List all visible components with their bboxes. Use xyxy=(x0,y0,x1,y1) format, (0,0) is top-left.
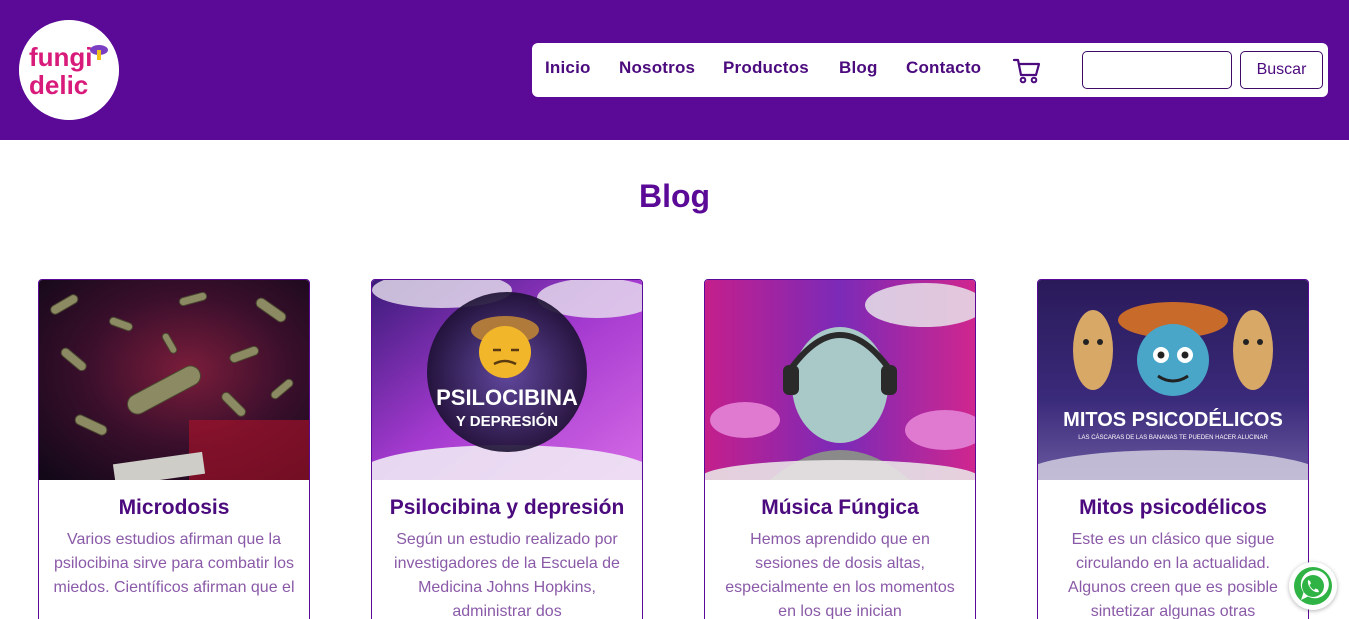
blog-card-microdosis[interactable]: Microdosis Varios estudios afirman que l… xyxy=(38,279,310,619)
whatsapp-icon xyxy=(1294,567,1332,605)
blog-card-image xyxy=(705,280,975,480)
svg-text:delic: delic xyxy=(29,70,88,100)
blog-card-title: Microdosis xyxy=(118,496,230,519)
blog-card-title: Psilocibina y depresión xyxy=(389,496,625,519)
blog-card-image: MITOS PSICODÉLICOS LAS CÁSCARAS DE LAS B… xyxy=(1038,280,1308,480)
blog-card-excerpt: Según un estudio realizado por investiga… xyxy=(394,531,620,619)
search-input[interactable] xyxy=(1082,51,1232,89)
svg-text:MITOS PSICODÉLICOS: MITOS PSICODÉLICOS xyxy=(1063,408,1283,431)
shopping-cart-icon[interactable] xyxy=(1012,57,1042,85)
whatsapp-button[interactable] xyxy=(1289,562,1337,610)
blog-card-image xyxy=(39,280,309,480)
blog-card-musica-fungica[interactable]: Música Fúngica Hemos aprendido que en se… xyxy=(704,279,976,619)
blog-card-excerpt: Este es un clásico que sigue circulando … xyxy=(1068,531,1278,619)
svg-text:Y DEPRESIÓN: Y DEPRESIÓN xyxy=(456,412,558,430)
blog-card-title: Música Fúngica xyxy=(761,496,919,519)
blog-card-psilocibina-depresion[interactable]: PSILOCIBINA Y DEPRESIÓN Psilocibina y de… xyxy=(371,279,643,619)
blog-card-excerpt: Hemos aprendido que en sesiones de dosis… xyxy=(725,531,955,619)
main-navigation: Inicio Nosotros Productos Blog Contacto … xyxy=(532,43,1328,97)
search-button[interactable]: Buscar xyxy=(1240,51,1323,89)
site-header: fungi delic Inicio Nosotros Productos Bl… xyxy=(0,0,1349,140)
svg-text:PSILOCIBINA: PSILOCIBINA xyxy=(436,385,578,410)
blog-card-title: Mitos psicodélicos xyxy=(1079,496,1267,519)
blog-card-mitos-psicodelicos[interactable]: MITOS PSICODÉLICOS LAS CÁSCARAS DE LAS B… xyxy=(1037,279,1309,619)
nav-item-productos[interactable]: Productos xyxy=(723,58,809,78)
brand-logo[interactable]: fungi delic xyxy=(19,20,119,120)
blog-card-image: PSILOCIBINA Y DEPRESIÓN xyxy=(372,280,642,480)
brand-logo-image: fungi delic xyxy=(19,20,119,120)
nav-item-nosotros[interactable]: Nosotros xyxy=(619,58,695,78)
svg-text:fungi: fungi xyxy=(29,42,93,72)
nav-item-contacto[interactable]: Contacto xyxy=(906,58,981,78)
nav-item-inicio[interactable]: Inicio xyxy=(545,58,591,78)
page-title: Blog xyxy=(638,178,711,214)
nav-item-blog[interactable]: Blog xyxy=(839,58,878,78)
blog-card-excerpt: Varios estudios afirman que la psilocibi… xyxy=(53,531,295,596)
svg-text:LAS CÁSCARAS DE LAS BANANAS TE: LAS CÁSCARAS DE LAS BANANAS TE PUEDEN HA… xyxy=(1078,434,1268,441)
